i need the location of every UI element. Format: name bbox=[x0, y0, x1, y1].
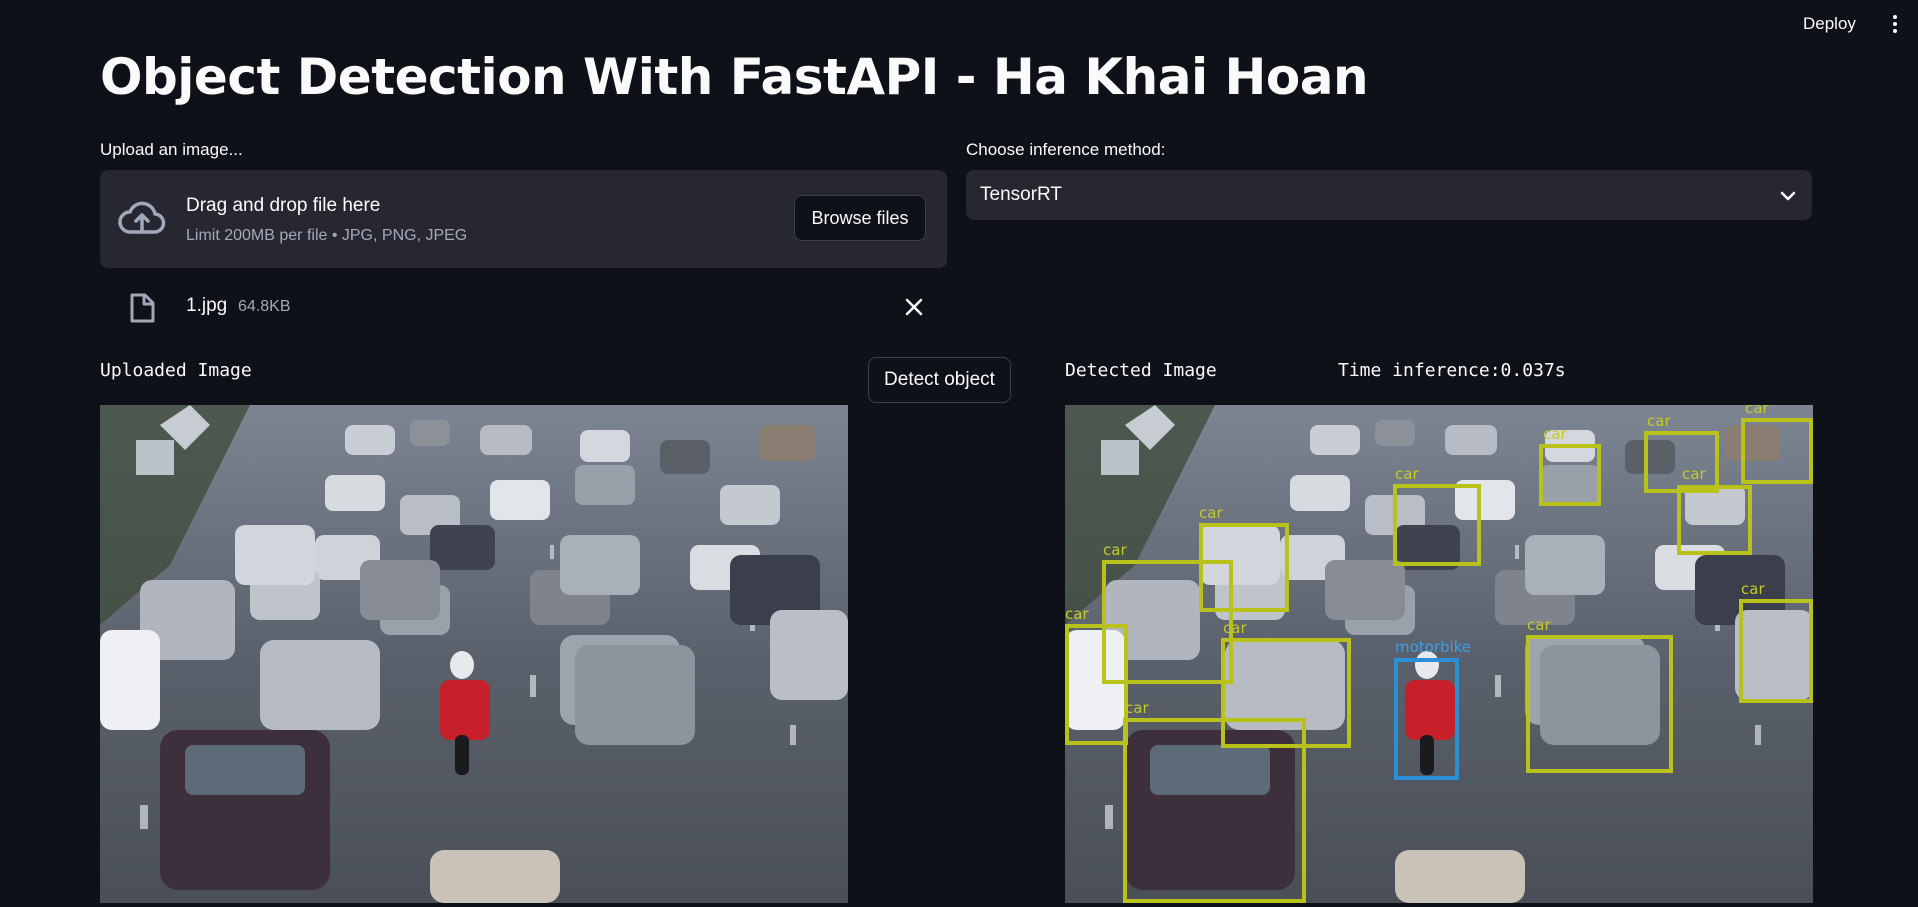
time-inference-label: Time inference:0.037s bbox=[1338, 360, 1566, 381]
detection-box bbox=[1393, 484, 1481, 566]
detection-label: car bbox=[1103, 541, 1127, 559]
detected-image: car car car car car car car car car car … bbox=[1065, 405, 1813, 903]
close-icon[interactable] bbox=[900, 293, 928, 321]
uploaded-image bbox=[100, 405, 848, 903]
detection-label: car bbox=[1741, 580, 1765, 598]
detect-object-button[interactable]: Detect object bbox=[868, 357, 1011, 403]
kebab-menu-icon[interactable] bbox=[1885, 10, 1905, 38]
detection-box bbox=[1739, 599, 1813, 703]
dropzone-title: Drag and drop file here bbox=[186, 195, 381, 216]
chevron-down-icon bbox=[1780, 191, 1796, 201]
detection-label: car bbox=[1745, 405, 1769, 417]
detection-box bbox=[1123, 718, 1306, 903]
file-name: 1.jpg bbox=[186, 295, 228, 316]
file-dropzone[interactable]: Drag and drop file here Limit 200MB per … bbox=[100, 170, 947, 268]
detection-label: motorbike bbox=[1395, 638, 1472, 656]
detection-box bbox=[1741, 418, 1813, 484]
select-value: TensorRT bbox=[980, 184, 1063, 205]
detection-box bbox=[1526, 635, 1673, 773]
detection-box bbox=[1065, 624, 1128, 745]
inference-method-select[interactable]: TensorRT bbox=[966, 170, 1812, 220]
detection-box bbox=[1644, 431, 1719, 493]
traffic-scene-image bbox=[100, 405, 848, 903]
uploaded-image-label: Uploaded Image bbox=[100, 360, 252, 381]
detection-box bbox=[1539, 444, 1601, 506]
detection-label: car bbox=[1543, 425, 1567, 443]
motorbike-detection-box bbox=[1394, 658, 1459, 780]
upload-label: Upload an image... bbox=[100, 140, 243, 159]
inference-label: Choose inference method: bbox=[966, 140, 1166, 159]
dropzone-limit-text: Limit 200MB per file • JPG, PNG, JPEG bbox=[186, 227, 468, 244]
detection-box bbox=[1677, 485, 1752, 555]
page-title: Object Detection With FastAPI - Ha Khai … bbox=[100, 48, 1369, 106]
detected-image-label: Detected Image bbox=[1065, 360, 1217, 381]
deploy-button[interactable]: Deploy bbox=[1793, 8, 1866, 40]
file-size: 64.8KB bbox=[238, 298, 291, 315]
uploaded-file-row: 1.jpg 64.8KB bbox=[100, 285, 947, 329]
cloud-upload-icon bbox=[118, 201, 166, 234]
detection-label: car bbox=[1527, 616, 1551, 634]
detection-label: car bbox=[1682, 465, 1706, 483]
detection-label: car bbox=[1199, 504, 1223, 522]
detection-label: car bbox=[1223, 619, 1247, 637]
detection-label: car bbox=[1647, 412, 1671, 430]
file-icon bbox=[130, 293, 155, 323]
detection-label: car bbox=[1125, 699, 1149, 717]
browse-files-button[interactable]: Browse files bbox=[794, 195, 926, 241]
detection-label: car bbox=[1395, 465, 1419, 483]
